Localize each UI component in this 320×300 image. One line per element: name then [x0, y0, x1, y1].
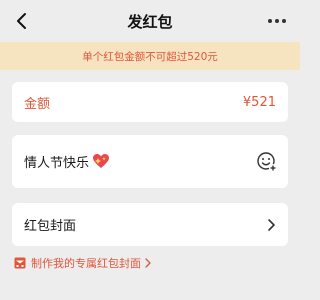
sparkling-heart-icon — [93, 154, 110, 169]
amount-limit-warning: 单个红包金额不可超过520元 — [0, 42, 300, 70]
cover-label: 红包封面 — [24, 219, 77, 234]
custom-cover-link-text: 制作我的专属红包封面 — [31, 257, 141, 270]
smiley-add-icon — [257, 152, 277, 172]
greeting-text: 情人节快乐 — [24, 156, 90, 171]
amount-value: ¥521 — [242, 94, 276, 110]
emoji-button[interactable] — [256, 151, 278, 173]
greeting-message-field[interactable]: 情人节快乐 — [12, 135, 288, 188]
page-title: 发红包 — [127, 12, 173, 31]
amount-field[interactable]: 金额 ¥521 — [12, 82, 288, 122]
chevron-left-icon — [17, 13, 26, 29]
custom-cover-link[interactable]: 制作我的专属红包封面 — [14, 255, 151, 271]
amount-label: 金额 — [24, 96, 51, 112]
top-nav-bar: 发红包 — [0, 0, 300, 42]
back-button[interactable] — [8, 7, 36, 35]
chevron-right-small-icon — [145, 258, 151, 268]
red-packet-cover-icon — [14, 257, 26, 269]
red-packet-cover-row[interactable]: 红包封面 — [12, 203, 288, 246]
warning-text: 单个红包金额不可超过520元 — [82, 50, 218, 63]
more-button[interactable] — [264, 8, 290, 34]
more-icon — [268, 19, 286, 23]
chevron-right-icon — [268, 218, 275, 231]
